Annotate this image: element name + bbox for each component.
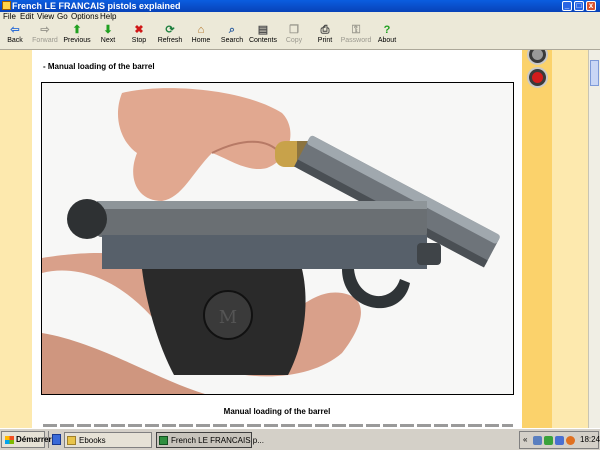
pistol-photo: M — [41, 82, 514, 395]
quick-launch-icon[interactable] — [52, 434, 61, 445]
minimize-button[interactable]: _ — [562, 1, 572, 11]
folder-icon — [67, 436, 76, 445]
next-page-button[interactable] — [527, 67, 548, 88]
copy-icon: ❐ — [289, 24, 299, 36]
photo-caption: Manual loading of the barrel — [223, 407, 331, 416]
clock: 18:24 — [580, 435, 600, 444]
svg-text:M: M — [219, 307, 237, 328]
security-icon[interactable] — [544, 436, 553, 445]
menu-help[interactable]: Help — [100, 12, 116, 22]
start-button[interactable]: Démarrer — [1, 431, 52, 448]
close-button[interactable]: x — [586, 1, 596, 11]
taskbar: Démarrer Ebooks French LE FRANCAIS p... … — [0, 428, 600, 450]
refresh-icon: ⟳ — [165, 24, 175, 36]
menu-edit[interactable]: Edit — [20, 12, 34, 22]
contents-button[interactable]: ▤ Contents — [246, 24, 280, 50]
right-margin — [522, 50, 552, 428]
red-arrow-nav-icon — [532, 72, 543, 83]
about-button[interactable]: ? About — [370, 24, 404, 50]
search-icon: ⌕ — [228, 24, 236, 36]
print-icon: ⎙ — [320, 24, 330, 36]
forward-arrow-icon: ⇨ — [40, 24, 50, 36]
toolbar: ⇦ Back ⇨ Forward ⬆ Previous ⬇ Next ✖ Sto… — [0, 22, 600, 50]
menu-view[interactable]: View — [37, 12, 54, 22]
menu-file[interactable]: File — [3, 12, 16, 22]
help-icon: ? — [383, 24, 391, 36]
home-icon: ⌂ — [197, 24, 205, 36]
back-arrow-icon: ⇦ — [10, 24, 20, 36]
scrollbar-thumb[interactable] — [590, 60, 599, 86]
key-icon: ⚿ — [351, 24, 361, 36]
menu-go[interactable]: Go — [57, 12, 68, 22]
stop-icon: ✖ — [134, 24, 144, 36]
next-button[interactable]: ⬇ Next — [91, 24, 125, 50]
home-button[interactable]: ⌂ Home — [184, 24, 218, 50]
display-icon[interactable] — [555, 436, 564, 445]
print-button[interactable]: ⎙ Print — [308, 24, 342, 50]
task-ebooks[interactable]: Ebooks — [64, 432, 152, 448]
password-button[interactable]: ⚿ Password — [339, 24, 373, 50]
copy-button[interactable]: ❐ Copy — [277, 24, 311, 50]
content-area: - Manual loading of the barrel M Manual … — [0, 50, 600, 428]
refresh-button[interactable]: ⟳ Refresh — [153, 24, 187, 50]
outer-margin — [552, 50, 588, 428]
media-icon[interactable] — [566, 436, 575, 445]
menu-bar: File Edit View Go Options Help — [0, 12, 600, 22]
stop-button[interactable]: ✖ Stop — [122, 24, 156, 50]
pistol-loading-photo: M — [42, 83, 513, 394]
maximize-button[interactable]: □ — [574, 1, 584, 11]
search-button[interactable]: ⌕ Search — [215, 24, 249, 50]
window-title: French LE FRANCAIS pistols explained — [12, 1, 181, 11]
start-label: Démarrer — [16, 435, 52, 444]
app-icon — [2, 1, 11, 10]
section-heading: - Manual loading of the barrel — [43, 62, 155, 71]
menu-options[interactable]: Options — [71, 12, 99, 22]
title-bar: French LE FRANCAIS pistols explained _ □… — [0, 0, 600, 12]
tray-expander[interactable]: « — [523, 434, 527, 446]
help-book-icon — [159, 436, 168, 445]
vertical-scrollbar[interactable] — [588, 50, 600, 428]
contents-icon: ▤ — [257, 24, 269, 36]
previous-button[interactable]: ⬆ Previous — [60, 24, 94, 50]
task-french-le-francais[interactable]: French LE FRANCAIS p... — [156, 432, 264, 448]
up-nav-icon — [532, 50, 543, 60]
taskbar-separator — [48, 431, 49, 448]
windows-logo-icon — [5, 436, 14, 444]
forward-button[interactable]: ⇨ Forward — [28, 24, 62, 50]
up-arrow-icon: ⬆ — [72, 24, 82, 36]
system-tray: « 18:24 — [519, 431, 600, 449]
network-icon[interactable] — [533, 436, 542, 445]
down-arrow-icon: ⬇ — [103, 24, 113, 36]
left-margin — [0, 50, 32, 428]
